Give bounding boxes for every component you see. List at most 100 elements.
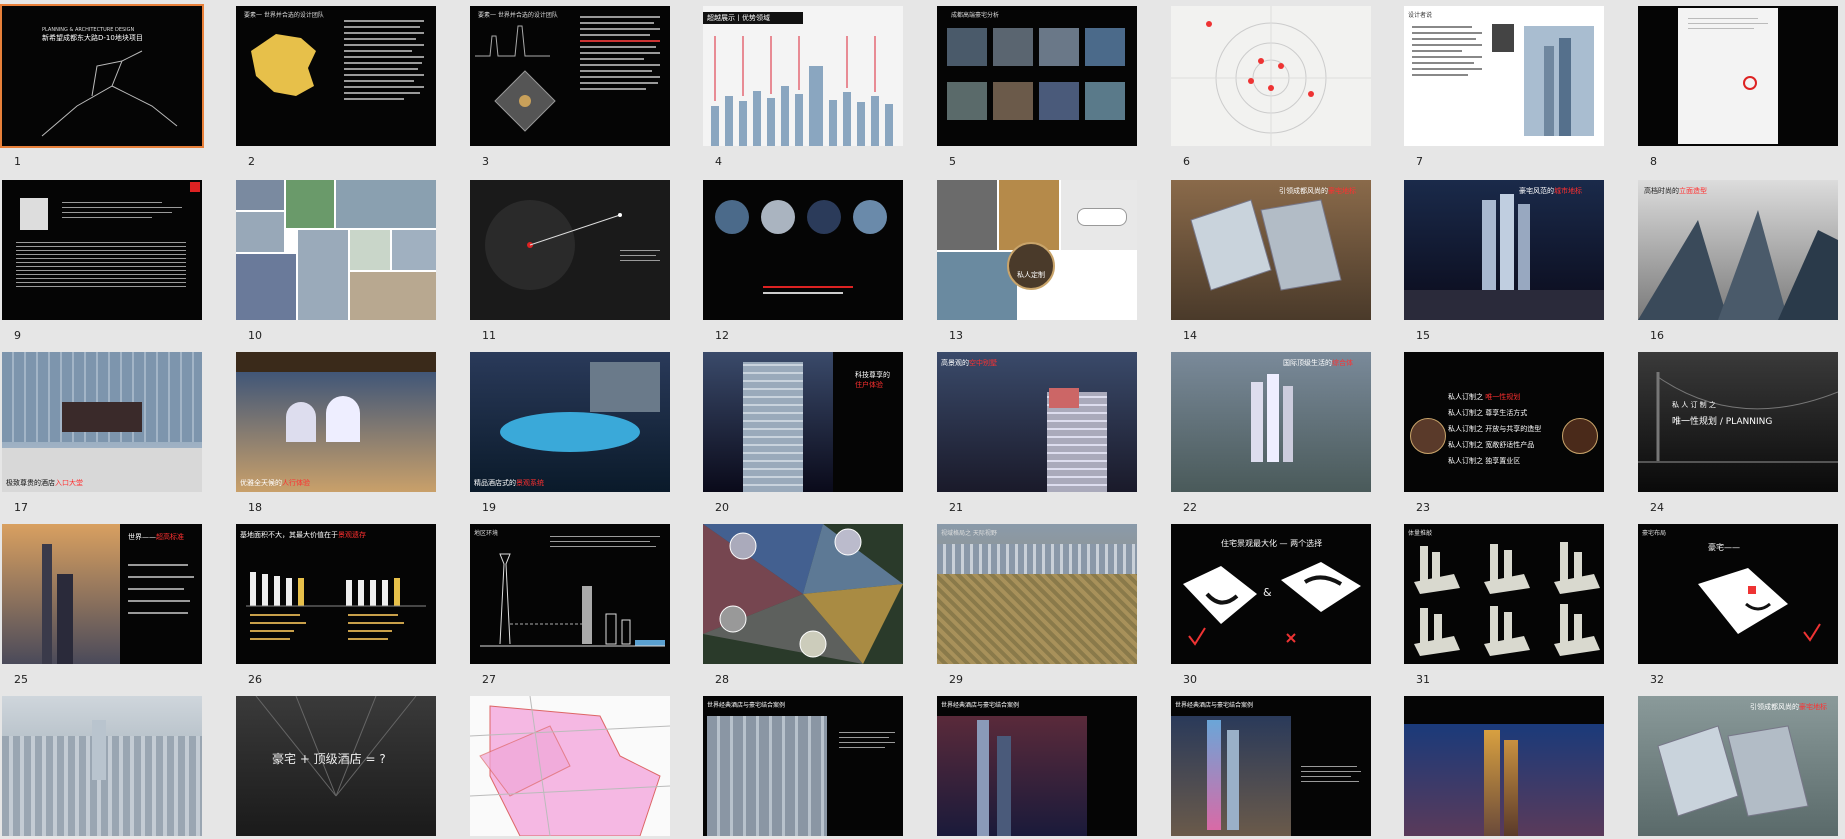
slide-title: 极致尊贵的酒店入口大堂 — [6, 479, 83, 487]
slide-thumbnail-14[interactable]: 引领成都风尚的豪宅地标 14 — [1171, 180, 1371, 342]
site-boundary-plan — [470, 696, 670, 836]
slide-title: 优雅全天候的人行体验 — [240, 479, 310, 487]
slide-thumbnail-21[interactable]: 高景观的空中别墅 21 — [937, 352, 1137, 514]
slide-number: 19 — [482, 501, 496, 514]
slide-title: 豪宅风范的城市地标 — [1519, 187, 1582, 195]
slide-number: 30 — [1183, 673, 1197, 686]
plan-item-4: 私人订制之 宽敞舒适性产品 — [1448, 441, 1535, 449]
slide-thumbnail-40[interactable]: 引领成都风尚的豪宅地标 — [1638, 696, 1838, 836]
slide-thumbnail-38[interactable]: 世界经典酒店与豪宅结合案例 — [1171, 696, 1371, 836]
slide-preview: 豪宅布局 豪宅—— — [1638, 524, 1838, 664]
slide-preview: 世界经典酒店与豪宅结合案例 — [1171, 696, 1371, 836]
bar-comparison-chart — [246, 572, 426, 607]
slide-thumbnail-36[interactable]: 世界经典酒店与豪宅结合案例 — [703, 696, 903, 836]
slide-preview: 极致尊贵的酒店入口大堂 — [2, 352, 202, 492]
body-text-block — [62, 202, 182, 218]
slide-thumbnail-8[interactable]: 8 — [1638, 6, 1838, 168]
slide-thumbnail-16[interactable]: 高档时尚的立面造型 16 — [1638, 180, 1838, 342]
slide-thumbnail-6[interactable]: 6 — [1171, 6, 1371, 168]
body-text-block — [763, 286, 853, 294]
slide-thumbnail-37[interactable]: 世界经典酒店与豪宅结合案例 — [937, 696, 1137, 836]
slide-thumbnail-19[interactable]: 精品酒店式的景观系统 19 — [470, 352, 670, 514]
slide-thumbnail-4[interactable]: 超越展示丨优势领域 4 — [703, 6, 903, 168]
slide-subtitle: 唯一性规划 / PLANNING — [1672, 417, 1773, 427]
slide-preview: 科技尊享的 住户体验 — [703, 352, 903, 492]
slide-thumbnail-5[interactable]: 成都高端豪宅分析 5 — [937, 6, 1137, 168]
city-map-drawing — [1171, 6, 1371, 146]
slide-thumbnail-24[interactable]: 私 人 订 制 之 唯一性规划 / PLANNING 24 — [1638, 352, 1838, 514]
slide-number: 5 — [949, 155, 956, 168]
body-text-block — [839, 732, 895, 748]
slide-preview: 世界经典酒店与豪宅结合案例 — [937, 696, 1137, 836]
slide-title: 科技尊享的 住户体验 — [855, 371, 890, 389]
slide-preview: 地区环境 — [470, 524, 670, 664]
slide-thumbnail-12[interactable]: 12 — [703, 180, 903, 342]
slide-thumbnail-3[interactable]: 要素一 世界并合选的设计团队 3 — [470, 6, 670, 168]
slide-number: 10 — [248, 329, 262, 342]
body-text-block — [1412, 26, 1482, 76]
slide-title: 世界经典酒店与豪宅结合案例 — [707, 702, 786, 709]
slide-thumbnail-26[interactable]: 基地面积不大，其最大价值在于景观遗存 26 — [236, 524, 436, 686]
slide-number: 8 — [1650, 155, 1657, 168]
slide-thumbnail-34[interactable]: 豪宅 + 顶级酒店 = ? — [236, 696, 436, 836]
slide-number: 31 — [1416, 673, 1430, 686]
slide-thumbnail-10[interactable]: 10 — [236, 180, 436, 342]
slide-title: 成都高端豪宅分析 — [951, 12, 1000, 19]
site-plan-drawing — [1698, 568, 1821, 642]
slide-thumbnail-25[interactable]: 世界——超高标准 25 — [2, 524, 202, 686]
slide-number: 28 — [715, 673, 729, 686]
body-text-block — [550, 536, 660, 547]
slide-number: 14 — [1183, 329, 1197, 342]
slide-number: 24 — [1650, 501, 1664, 514]
slide-preview: 要素一 世界并合选的设计团队 — [236, 6, 436, 146]
slide-number: 13 — [949, 329, 963, 342]
slide-number: 27 — [482, 673, 496, 686]
slide-title: 视域格局之 天际视野 — [941, 530, 997, 537]
slide-thumbnail-2[interactable]: 要素一 世界并合选的设计团队 2 — [236, 6, 436, 168]
body-text-block — [1688, 18, 1768, 29]
slide-number: 4 — [715, 155, 722, 168]
building-render — [1190, 199, 1342, 291]
slide-number: 32 — [1650, 673, 1664, 686]
slide-thumbnail-22[interactable]: 国际顶级生活的综合体 22 — [1171, 352, 1371, 514]
slide-title: 国际顶级生活的综合体 — [1283, 359, 1353, 367]
slide-preview — [1171, 6, 1371, 146]
slide-thumbnail-28[interactable]: 28 — [703, 524, 903, 686]
building-render — [1657, 725, 1809, 817]
slide-thumbnail-30[interactable]: 住宅景观最大化 — 两个选择 & 30 — [1171, 524, 1371, 686]
slide-title: 设计者说 — [1408, 12, 1433, 19]
slide-thumbnail-18[interactable]: 优雅全天候的人行体验 18 — [236, 352, 436, 514]
slide-thumbnail-35[interactable] — [470, 696, 670, 836]
slide-preview — [470, 696, 670, 836]
slide-thumbnail-1[interactable]: PLANNING & ARCHITECTURE DESIGN 新希望成都东大路D… — [0, 4, 204, 168]
slide-thumbnail-33[interactable] — [2, 696, 202, 836]
slide-thumbnail-11[interactable]: 11 — [470, 180, 670, 342]
slide-thumbnail-23[interactable]: 私人订制之 唯一性规划 私人订制之 尊享生活方式 私人订制之 开放与共享的造型 … — [1404, 352, 1604, 514]
slide-thumbnail-29[interactable]: 视域格局之 天际视野 29 — [937, 524, 1137, 686]
slide-thumbnail-9[interactable]: 9 — [2, 180, 202, 342]
plan-item-2: 私人订制之 尊享生活方式 — [1448, 409, 1528, 417]
plan-item-3: 私人订制之 开放与共享的造型 — [1448, 425, 1542, 433]
slide-thumbnail-13[interactable]: 私人定制 13 — [937, 180, 1137, 342]
slide-thumbnail-31[interactable]: 体量推敲 31 — [1404, 524, 1604, 686]
massing-study-drawing — [1414, 542, 1600, 656]
slide-thumbnail-17[interactable]: 极致尊贵的酒店入口大堂 17 — [2, 352, 202, 514]
slide-thumbnail-27[interactable]: 地区环境 27 — [470, 524, 670, 686]
slide-preview: 私 人 订 制 之 唯一性规划 / PLANNING — [1638, 352, 1838, 492]
slide-thumbnail-32[interactable]: 豪宅布局 豪宅—— 32 — [1638, 524, 1838, 686]
slide-preview — [703, 524, 903, 664]
slide-thumbnail-39[interactable] — [1404, 696, 1604, 836]
slide-title: 世界——超高标准 — [128, 533, 184, 541]
slide-sorter-grid: PLANNING & ARCHITECTURE DESIGN 新希望成都东大路D… — [0, 0, 1845, 839]
slide-preview: 引领成都风尚的豪宅地标 — [1638, 696, 1838, 836]
plan-item-5: 私人订制之 独享置业区 — [1448, 457, 1521, 465]
table-block — [16, 242, 186, 287]
slide-thumbnail-7[interactable]: 设计者说 7 — [1404, 6, 1604, 168]
slide-number: 9 — [14, 329, 21, 342]
body-text-block — [620, 250, 660, 261]
slide-preview — [236, 180, 436, 320]
slide-preview: PLANNING & ARCHITECTURE DESIGN 新希望成都东大路D… — [0, 4, 204, 148]
slide-thumbnail-15[interactable]: 豪宅风范的城市地标 15 — [1404, 180, 1604, 342]
slide-preview: 世界——超高标准 — [2, 524, 202, 664]
slide-thumbnail-20[interactable]: 科技尊享的 住户体验 20 — [703, 352, 903, 514]
